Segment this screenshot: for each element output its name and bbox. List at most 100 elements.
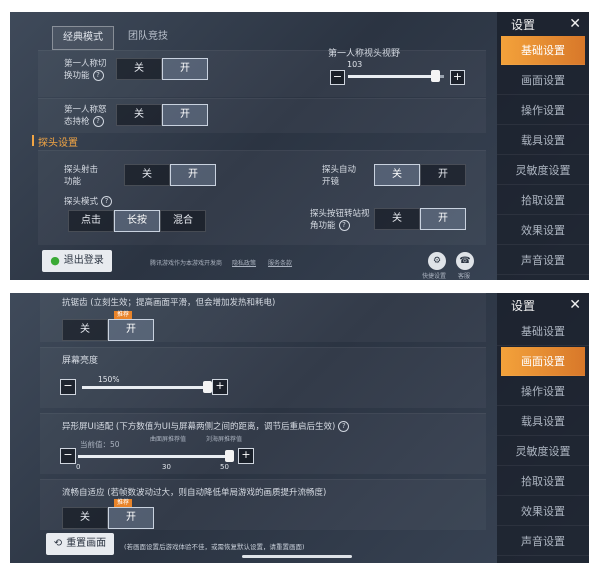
sidebar-item[interactable]: 操作设置: [497, 377, 589, 406]
sidebar-item[interactable]: 基础设置: [497, 317, 589, 346]
fpp-hold-toggle: 关 开: [116, 104, 208, 126]
peek-fire-toggle: 关 开: [124, 164, 216, 186]
brightness-label: 屏幕亮度: [62, 356, 99, 366]
settings-panel-graphics: 抗锯齿 (立刻生效；提高画面平滑，但会增加发热和耗电) 推荐 关 开 屏幕亮度 …: [10, 293, 589, 563]
ui-adapt-increase-button[interactable]: +: [238, 448, 254, 464]
auto-scope-label: 探头自动开镜: [322, 165, 357, 187]
option-off[interactable]: 关: [62, 507, 108, 529]
ui-adapt-label: 异形屏UI适配 (下方数值为UI与屏幕两侧之间的距离，调节后重启后生效)?: [62, 421, 350, 433]
option-on[interactable]: 开: [108, 319, 154, 341]
sidebar-item[interactable]: 操作设置: [497, 96, 589, 125]
customer-service-icon[interactable]: ☎: [456, 252, 474, 270]
sidebar-item[interactable]: 灵敏度设置: [497, 437, 589, 466]
settings-panel-basic: 经典模式 团队竞技 第一人称切换功能? 关 开 第一人称视头视野 103 − +…: [10, 12, 589, 280]
option-off[interactable]: 关: [124, 164, 170, 186]
fpp-hold-label: 第一人称怒态持枪?: [64, 105, 107, 127]
tick-label: 30: [162, 463, 171, 471]
sidebar-item[interactable]: 画面设置: [497, 66, 589, 95]
peek-mode-selector: 点击 长按 混合: [68, 210, 206, 232]
settings-sidebar: 设置 ✕ 基础设置 画面设置 操作设置 载具设置 灵敏度设置 拾取设置 效果设置 声音设置: [497, 293, 589, 563]
sidebar-item[interactable]: 效果设置: [497, 216, 589, 245]
help-icon[interactable]: ?: [338, 220, 350, 231]
quick-settings-icon[interactable]: ⚙: [428, 252, 446, 270]
sidebar-header: 设置 ✕: [497, 293, 589, 317]
close-icon[interactable]: ✕: [569, 297, 581, 313]
tab-team-deathmatch[interactable]: 团队竞技: [118, 26, 178, 48]
help-icon[interactable]: ?: [338, 421, 350, 432]
option-on[interactable]: 开: [162, 58, 208, 80]
sidebar-item[interactable]: 声音设置: [497, 527, 589, 556]
option-off[interactable]: 关: [374, 164, 420, 186]
sidebar-item[interactable]: 画面设置: [501, 347, 585, 376]
smooth-adaptive-toggle: 关 开: [62, 507, 154, 529]
fov-decrease-button[interactable]: −: [330, 70, 345, 85]
sidebar-item[interactable]: 基础设置: [501, 36, 585, 65]
sidebar-item[interactable]: 灵敏度设置: [497, 156, 589, 185]
option-off[interactable]: 关: [62, 319, 108, 341]
sidebar-item[interactable]: 拾取设置: [497, 467, 589, 496]
option-on[interactable]: 开: [162, 104, 208, 126]
fov-value: 103: [347, 60, 363, 69]
sidebar-header: 设置 ✕: [497, 12, 589, 36]
option-tap[interactable]: 点击: [68, 210, 114, 232]
recommended-badge: 推荐: [114, 311, 133, 319]
customer-service-label: 客服: [458, 273, 471, 280]
ui-adapt-decrease-button[interactable]: −: [60, 448, 76, 464]
brightness-slider-knob[interactable]: [203, 381, 212, 393]
option-hold[interactable]: 长按: [114, 210, 160, 232]
sidebar-item[interactable]: 载具设置: [497, 126, 589, 155]
brightness-increase-button[interactable]: +: [212, 379, 228, 395]
ui-adapt-slider-knob[interactable]: [225, 450, 234, 462]
sidebar-item[interactable]: 声音设置: [497, 246, 589, 275]
sidebar-list: 基础设置 画面设置 操作设置 载具设置 灵敏度设置 拾取设置 效果设置 声音设置: [497, 317, 589, 556]
option-off[interactable]: 关: [374, 208, 420, 230]
sidebar-item[interactable]: 拾取设置: [497, 186, 589, 215]
reset-graphics-label: 重置画面: [66, 538, 107, 549]
logout-button[interactable]: ● 退出登录: [42, 250, 112, 272]
terms-link[interactable]: 服务条款: [268, 258, 292, 267]
brightness-value: 150%: [98, 375, 120, 384]
fov-slider-fill: [348, 75, 436, 78]
sidebar-list: 基础设置画面设置操作设置载具设置灵敏度设置拾取设置效果设置声音设置录像设置: [497, 36, 589, 280]
reset-note: (若画面设置后游戏体验不佳，或需恢复默认设置，请重置画面): [124, 543, 305, 551]
reset-graphics-button[interactable]: ⟲ 重置画面: [46, 533, 114, 555]
settings-content: 经典模式 团队竞技 第一人称切换功能? 关 开 第一人称视头视野 103 − +…: [10, 12, 486, 280]
sidebar-item[interactable]: 载具设置: [497, 407, 589, 436]
option-mixed[interactable]: 混合: [160, 210, 206, 232]
curved-screen-marker: 曲面屏推荐值: [150, 436, 187, 443]
home-indicator: [242, 555, 352, 558]
smooth-adaptive-label: 流畅自适应 (若帧数波动过大，则自动降低单局游戏的画质提升流畅度): [62, 488, 327, 498]
option-on[interactable]: 开: [108, 507, 154, 529]
option-off[interactable]: 关: [116, 104, 162, 126]
help-icon[interactable]: ?: [101, 196, 113, 207]
settings-title: 设置: [511, 298, 536, 313]
sidebar-item[interactable]: 录像设置: [497, 276, 589, 280]
privacy-policy-link[interactable]: 隐私政策: [232, 258, 256, 267]
brightness-decrease-button[interactable]: −: [60, 379, 76, 395]
quick-settings-label: 快捷设置: [422, 273, 447, 280]
option-off[interactable]: 关: [116, 58, 162, 80]
close-icon[interactable]: ✕: [569, 16, 581, 32]
option-on[interactable]: 开: [170, 164, 216, 186]
peek-mode-label: 探头模式?: [64, 196, 113, 208]
reset-icon: ⟲: [53, 538, 63, 549]
logout-label: 退出登录: [63, 255, 104, 266]
tab-classic-mode[interactable]: 经典模式: [52, 26, 114, 50]
help-icon[interactable]: ?: [92, 116, 104, 127]
brightness-slider-fill: [82, 386, 208, 389]
fov-slider-knob[interactable]: [431, 70, 440, 82]
section-title-peek: 探头设置: [32, 134, 78, 149]
sidebar-item[interactable]: 效果设置: [497, 497, 589, 526]
tick-label: 0: [76, 463, 81, 471]
tick-label: 50: [220, 463, 229, 471]
wechat-icon: ●: [50, 254, 60, 267]
fpp-switch-toggle: 关 开: [116, 58, 208, 80]
footer-hint-developer: 腾讯游戏作为本游戏开发商: [150, 260, 223, 267]
help-icon[interactable]: ?: [92, 70, 104, 81]
anti-aliasing-label: 抗锯齿 (立刻生效；提高画面平滑，但会增加发热和耗电): [62, 298, 276, 308]
option-on[interactable]: 开: [420, 208, 466, 230]
option-on[interactable]: 开: [420, 164, 466, 186]
ui-adapt-slider-fill: [78, 455, 230, 458]
auto-scope-toggle: 关 开: [374, 164, 466, 186]
fov-increase-button[interactable]: +: [450, 70, 465, 85]
